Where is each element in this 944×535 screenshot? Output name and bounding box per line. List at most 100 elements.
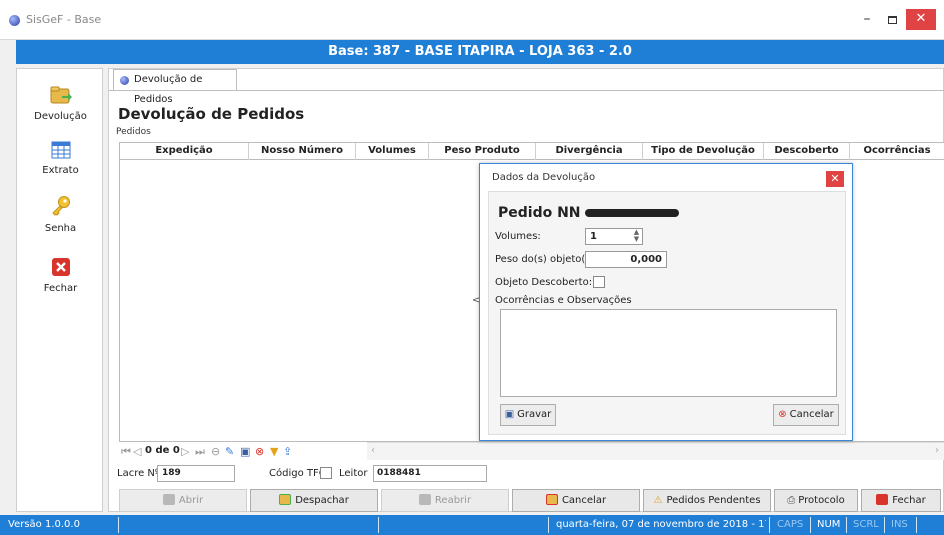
num-indicator: NUM <box>817 519 841 530</box>
column-divergencia[interactable]: Divergência <box>535 143 642 160</box>
save-record-icon[interactable]: ▣ <box>240 445 250 458</box>
page-title: Devolução de Pedidos <box>118 105 305 123</box>
codigo-tfo-checkbox[interactable] <box>320 467 332 479</box>
status-separator <box>810 517 811 533</box>
dialog-cancelar-label: Cancelar <box>789 409 834 420</box>
last-record-icon[interactable]: ⏭ <box>195 445 205 459</box>
sidebar-item-label: Extrato <box>42 165 79 176</box>
title-bar: SisGeF - Base – ✕ <box>0 0 944 40</box>
filter-icon[interactable]: ▼ <box>270 445 278 458</box>
sidebar-item-fechar[interactable]: Fechar <box>17 257 104 294</box>
redacted-number <box>585 209 680 217</box>
prev-record-icon[interactable]: ◁ <box>133 445 141 458</box>
pedido-heading-text: Pedido NN <box>498 205 586 221</box>
reabrir-button[interactable]: Reabrir <box>381 489 509 512</box>
edit-record-icon[interactable]: ✎ <box>225 445 234 458</box>
fechar-button[interactable]: Fechar <box>861 489 941 512</box>
pedidos-pendentes-button[interactable]: ⚠ Pedidos Pendentes <box>643 489 771 512</box>
volumes-label: Volumes: <box>495 231 541 242</box>
tab-icon <box>120 76 129 85</box>
abrir-label: Abrir <box>178 495 204 506</box>
delete-record-icon[interactable]: ⊖ <box>211 445 220 458</box>
export-icon[interactable]: ⇪ <box>283 445 292 458</box>
column-peso-produto[interactable]: Peso Produto <box>428 143 535 160</box>
save-icon: ▣ <box>504 409 515 420</box>
version-text: Versão 1.0.0.0 <box>8 519 80 530</box>
volumes-spinner-icon[interactable]: ▲ ▼ <box>631 229 642 244</box>
ocorrencias-textarea[interactable] <box>500 309 837 397</box>
status-separator <box>548 517 549 533</box>
dialog-close-button[interactable]: ✕ <box>826 171 844 187</box>
sidebar-item-label: Devolução <box>34 111 87 122</box>
lacre-label: Lacre Nº. <box>117 468 163 479</box>
close-window-button[interactable]: ✕ <box>906 9 936 30</box>
cancel-circle-icon: ⊗ <box>778 409 787 420</box>
protocolo-label: Protocolo <box>798 495 845 506</box>
record-count: 0 de 0 <box>145 445 180 456</box>
reabrir-label: Reabrir <box>434 495 472 506</box>
descoberto-label: Objeto Descoberto: <box>495 277 593 288</box>
lacre-value: 189 <box>162 468 181 478</box>
column-ocorrencias[interactable]: Ocorrências <box>849 143 944 160</box>
caps-indicator: CAPS <box>777 519 804 530</box>
cancelar-button[interactable]: Cancelar <box>512 489 640 512</box>
descoberto-checkbox[interactable] <box>593 276 605 288</box>
peso-input[interactable]: 0,000 <box>585 251 667 268</box>
open-box-icon <box>162 494 175 505</box>
dialog-title: Dados da Devolução <box>492 172 596 183</box>
protocolo-button[interactable]: ⎙ Protocolo <box>774 489 858 512</box>
leitor-value: 0188481 <box>377 468 421 478</box>
maximize-icon <box>887 16 897 24</box>
grid-horizontal-scrollbar[interactable]: ‹ › <box>367 442 944 460</box>
cancelar-label: Cancelar <box>561 495 607 506</box>
sidebar-item-label: Fechar <box>43 283 78 294</box>
tab-divider <box>109 90 944 91</box>
grid-navigator: ⏮ ◁ 0 de 0 ▷ ⏭ ⊖ ✎ ▣ ⊗ ▼ ⇪ <box>119 442 379 460</box>
dialog-body: Pedido NN Volumes: 1 ▲ ▼ Peso do(s) objet… <box>488 191 846 435</box>
app-icon <box>9 15 20 26</box>
abrir-button[interactable]: Abrir <box>119 489 247 512</box>
status-bar: Versão 1.0.0.0 quarta-feira, 07 de novem… <box>0 515 944 535</box>
leitor-label: Leitor <box>339 468 368 479</box>
sidebar-item-senha[interactable]: Senha <box>17 195 104 234</box>
close-icon <box>876 494 889 505</box>
fechar-label: Fechar <box>892 495 926 506</box>
column-nosso-numero[interactable]: Nosso Número <box>248 143 355 160</box>
next-record-icon[interactable]: ▷ <box>181 445 189 458</box>
status-separator <box>916 517 917 533</box>
datetime-text: quarta-feira, 07 de novembro de 2018 - 1… <box>556 519 766 530</box>
status-separator <box>884 517 885 533</box>
tab-devolucao-pedidos[interactable]: Devolução de Pedidos <box>113 69 237 105</box>
sidebar-item-extrato[interactable]: Extrato <box>17 141 104 176</box>
minimize-button[interactable]: – <box>856 10 878 30</box>
folder-arrow-icon <box>50 86 72 104</box>
despachar-label: Despachar <box>295 495 349 506</box>
column-volumes[interactable]: Volumes <box>355 143 428 160</box>
maximize-button[interactable] <box>881 10 903 30</box>
column-tipo-devolucao[interactable]: Tipo de Devolução <box>642 143 763 160</box>
cancel-record-icon[interactable]: ⊗ <box>255 445 264 458</box>
grid-header: Expedição Nosso Número Volumes Peso Prod… <box>120 143 944 160</box>
first-record-icon[interactable]: ⏮ <box>121 445 131 459</box>
peso-value: 0,000 <box>630 254 662 265</box>
key-icon <box>51 196 70 216</box>
section-label: Pedidos <box>116 127 151 137</box>
sidebar: Devolução Extrato Senha Fechar <box>16 68 103 512</box>
despachar-button[interactable]: Despachar <box>250 489 378 512</box>
table-grid-icon <box>51 141 70 159</box>
scroll-left-icon[interactable]: ‹ <box>371 445 375 456</box>
warning-icon: ⚠ <box>653 495 663 506</box>
ins-indicator: INS <box>891 519 908 530</box>
sidebar-item-devolucao[interactable]: Devolução <box>17 85 104 122</box>
sidebar-item-label: Senha <box>44 223 77 234</box>
dialog-cancelar-button[interactable]: ⊗ Cancelar <box>773 404 839 426</box>
leitor-input[interactable]: 0188481 <box>373 465 487 482</box>
volumes-value: 1 <box>590 231 597 242</box>
column-expedicao[interactable]: Expedição <box>120 143 248 160</box>
scroll-right-icon[interactable]: › <box>935 445 939 456</box>
column-descoberto[interactable]: Descoberto <box>763 143 849 160</box>
close-red-icon <box>51 258 70 276</box>
lacre-input[interactable]: 189 <box>157 465 235 482</box>
devolucao-dialog: Dados da Devolução ✕ Pedido NN Volumes: … <box>479 163 853 441</box>
gravar-button[interactable]: ▣ Gravar <box>500 404 556 426</box>
